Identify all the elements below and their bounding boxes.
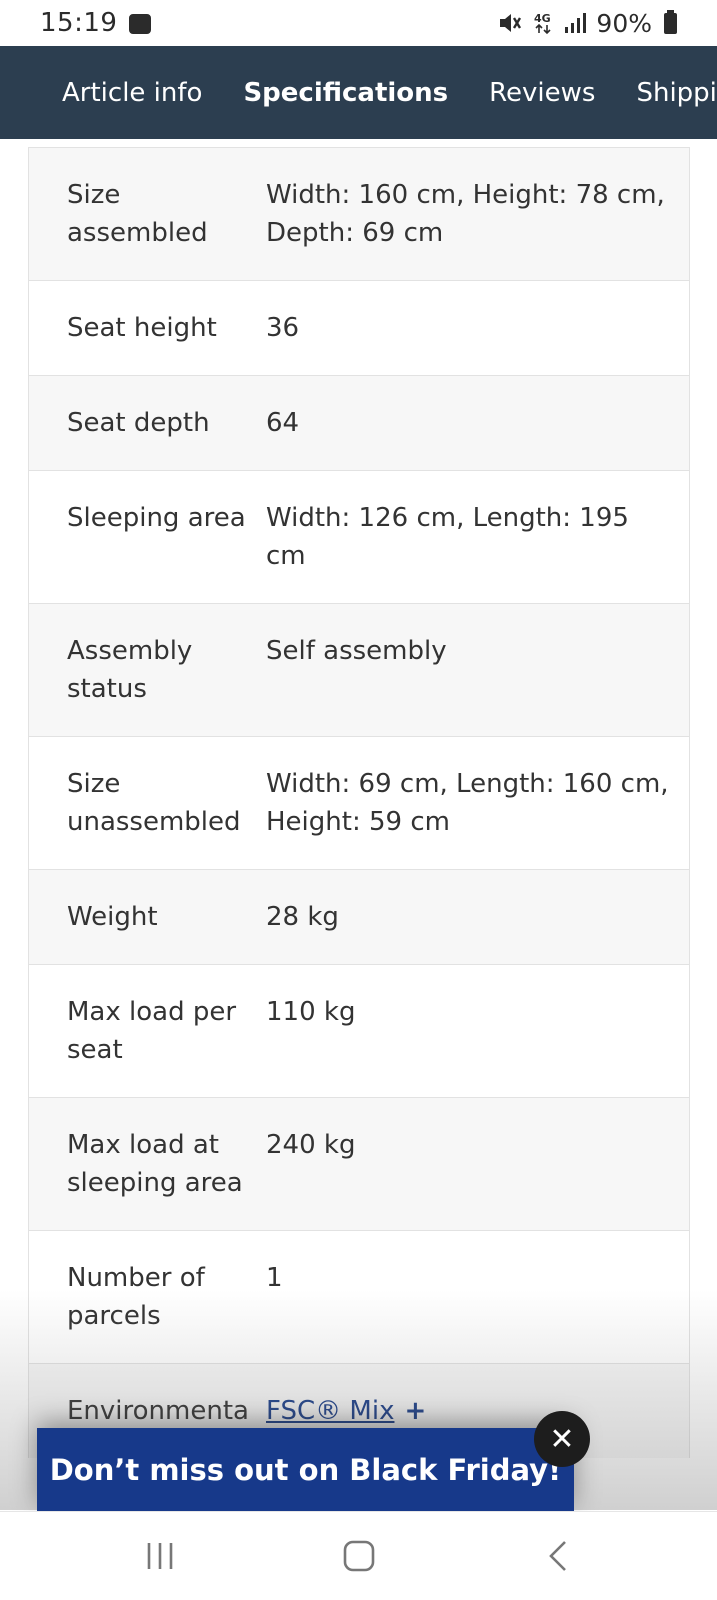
spec-label: Size unassembled (67, 769, 241, 837)
tab-shipping[interactable]: Shipping (636, 78, 717, 108)
spec-row-seat-depth: Seat depth 64 (29, 375, 689, 470)
spec-label: Weight (67, 902, 158, 932)
spec-value: 64 (266, 408, 300, 438)
spec-label: Size assembled (67, 180, 208, 248)
spec-value: 36 (266, 313, 300, 343)
network-4g-icon: 4G (532, 11, 554, 35)
status-time: 15:19 (40, 8, 118, 38)
spec-value: 240 kg (266, 1130, 356, 1160)
spec-value: Width: 160 cm, Height: 78 cm, Depth: 69 … (266, 180, 665, 248)
spec-value: 110 kg (266, 997, 356, 1027)
spec-value: Self assembly (266, 636, 447, 666)
svg-text:4G: 4G (534, 12, 551, 25)
spec-row-assembly-status: Assembly status Self assembly (29, 603, 689, 736)
status-bar: 15:19 4G 90% (0, 0, 717, 46)
fsc-mix-link[interactable]: FSC® Mix (266, 1396, 394, 1426)
spec-label: Assembly status (67, 636, 193, 704)
spec-row-size-unassembled: Size unassembled Width: 69 cm, Length: 1… (29, 736, 689, 869)
spec-label: Seat depth (67, 408, 210, 438)
battery-icon (664, 9, 677, 34)
expand-plus-icon[interactable]: + (404, 1396, 426, 1426)
spec-label: Seat height (67, 313, 217, 343)
spec-row-max-load-sleeping: Max load at sleeping area 240 kg (29, 1097, 689, 1230)
signal-icon (564, 13, 587, 33)
tab-article-info[interactable]: Article info (62, 78, 202, 108)
spec-row-seat-height: Seat height 36 (29, 280, 689, 375)
tab-specifications[interactable]: Specifications (243, 78, 448, 108)
spec-row-number-of-parcels: Number of parcels 1 (29, 1230, 689, 1363)
spec-row-sleeping-area: Sleeping area Width: 126 cm, Length: 195… (29, 470, 689, 603)
tab-bar: Article info Specifications Reviews Ship… (0, 46, 717, 139)
spec-value: 28 kg (266, 902, 339, 932)
back-icon[interactable] (528, 1526, 588, 1586)
spec-value: Width: 126 cm, Length: 195 cm (266, 503, 629, 571)
close-icon[interactable]: ✕ (534, 1411, 590, 1467)
battery-percent: 90% (596, 8, 652, 38)
status-icons: 4G 90% (498, 9, 677, 38)
spec-label: Max load at sleeping area (67, 1130, 243, 1198)
spec-label: Number of parcels (67, 1263, 205, 1331)
black-friday-banner[interactable]: Don’t miss out on Black Friday! (37, 1428, 574, 1511)
spec-label: Max load per seat (67, 997, 237, 1065)
spec-row-weight: Weight 28 kg (29, 869, 689, 964)
mute-icon (498, 12, 522, 34)
gallery-notification-icon (129, 14, 152, 34)
spec-value: Width: 69 cm, Length: 160 cm, Height: 59… (266, 769, 669, 837)
spec-label: Sleeping area (67, 503, 246, 533)
recent-apps-icon[interactable] (130, 1526, 190, 1586)
promo-text: Don’t miss out on Black Friday! (49, 1452, 562, 1487)
specifications-table: Size assembled Width: 160 cm, Height: 78… (28, 147, 690, 1458)
home-icon[interactable] (329, 1526, 389, 1586)
system-nav-bar (0, 1511, 717, 1600)
spec-row-size-assembled: Size assembled Width: 160 cm, Height: 78… (29, 147, 689, 280)
tab-reviews[interactable]: Reviews (489, 78, 595, 108)
spec-row-max-load-seat: Max load per seat 110 kg (29, 964, 689, 1097)
spec-value: 1 (266, 1263, 283, 1293)
